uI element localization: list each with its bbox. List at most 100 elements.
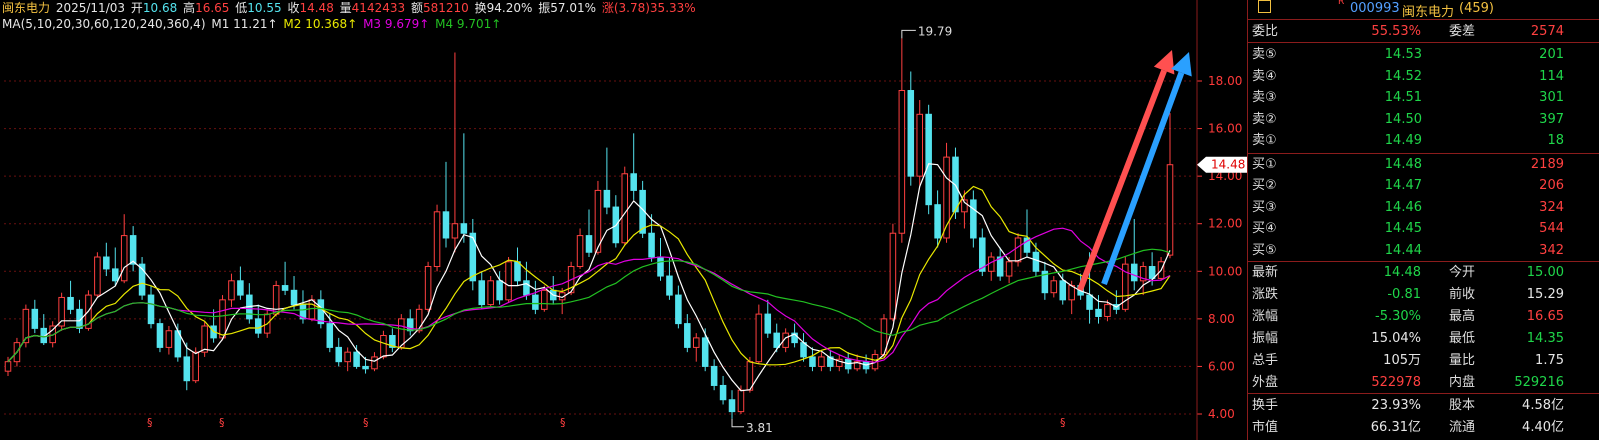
candle-body bbox=[1050, 280, 1058, 294]
stat-row[interactable]: 外盘 522978 内盘 529216 bbox=[1248, 372, 1599, 393]
candle-body bbox=[496, 280, 503, 301]
candle-body bbox=[692, 337, 700, 348]
y-tick-label: 8.00 bbox=[1208, 312, 1235, 326]
stat-value: 4.40亿 bbox=[1522, 420, 1564, 435]
candle-body bbox=[1095, 308, 1102, 317]
stat-label: 市值 bbox=[1252, 420, 1279, 435]
stat-row[interactable]: 涨跌 -0.81 前收 15.29 bbox=[1248, 284, 1599, 305]
candles bbox=[4, 38, 1174, 419]
stat-row[interactable]: 市值 66.31亿 流通 4.40亿 bbox=[1248, 417, 1599, 438]
ma-line-m4 bbox=[7, 248, 1171, 363]
ma3-arrow: ↑ bbox=[419, 17, 430, 31]
close-value: 14.48 bbox=[299, 1, 334, 15]
level-price: 14.49 bbox=[1384, 133, 1422, 149]
stat-row[interactable]: 涨幅 -5.30% 最高 16.65 bbox=[1248, 306, 1599, 327]
quote-panel: R 000993 闽东电力 (459) 委比 55.53% 委差 2574 卖⑤… bbox=[1247, 0, 1599, 440]
level-volume: 301 bbox=[1539, 90, 1564, 106]
ask-level-5[interactable]: 卖⑤ 14.53 201 bbox=[1248, 44, 1599, 65]
candle-body bbox=[701, 337, 709, 367]
candle-body bbox=[371, 356, 378, 370]
candle-body bbox=[156, 323, 164, 348]
stat-label: 今开 bbox=[1449, 265, 1476, 280]
amount-value: 581210 bbox=[422, 1, 469, 15]
ask-level-1[interactable]: 卖① 14.49 18 bbox=[1248, 130, 1599, 151]
stat-label: 最低 bbox=[1449, 331, 1476, 346]
bid-level-3[interactable]: 买③ 14.46 324 bbox=[1248, 197, 1599, 218]
stat-label: 前收 bbox=[1449, 287, 1476, 302]
candle-body bbox=[335, 346, 342, 363]
stat-label: 换手 bbox=[1252, 398, 1279, 413]
level-volume: 206 bbox=[1539, 178, 1564, 194]
event-marker: § bbox=[147, 416, 153, 429]
candle-body bbox=[532, 294, 539, 310]
current-price-label: 14.48 bbox=[1211, 158, 1245, 172]
volume-value: 4142433 bbox=[351, 1, 406, 15]
stat-row[interactable]: 换手 23.93% 股本 4.58亿 bbox=[1248, 395, 1599, 416]
open-label: 开 bbox=[130, 1, 143, 15]
kline-chart[interactable]: 4.006.008.0010.0012.0014.0016.0018.0019.… bbox=[0, 0, 1247, 440]
quote-stock-name: 闽东电力 bbox=[1402, 5, 1455, 20]
weicha-label: 委差 bbox=[1449, 24, 1476, 39]
stat-value: 522978 bbox=[1371, 375, 1421, 390]
stat-row[interactable]: 总手 105万 量比 1.75 bbox=[1248, 350, 1599, 371]
stat-value: 16.65 bbox=[1526, 309, 1564, 324]
candle-body bbox=[648, 232, 655, 258]
candle-body bbox=[183, 356, 191, 382]
kline-chart-area[interactable]: 4.00 6.00 8.00 10.00 12.00 14.00 16.00 18.00 19.… bbox=[0, 0, 1247, 440]
ask-level-2[interactable]: 卖② 14.50 397 bbox=[1248, 109, 1599, 130]
stat-row[interactable]: 最新 14.48 今开 15.00 bbox=[1248, 262, 1599, 283]
level-label: 卖⑤ bbox=[1252, 47, 1277, 62]
stat-label: 最新 bbox=[1252, 265, 1279, 280]
candle-body bbox=[129, 235, 137, 265]
level-label: 卖④ bbox=[1252, 68, 1277, 84]
square-icon[interactable] bbox=[1258, 0, 1271, 13]
candle-body bbox=[67, 296, 74, 310]
candle-body bbox=[201, 325, 208, 353]
bid-level-1[interactable]: 买① 14.48 2189 bbox=[1248, 154, 1599, 175]
ask-level-3[interactable]: 卖③ 14.51 301 bbox=[1248, 87, 1599, 108]
event-marker: § bbox=[1060, 416, 1066, 429]
candle-body bbox=[58, 296, 65, 327]
event-marker: § bbox=[560, 416, 566, 429]
ma4-legend: M4 9.701 bbox=[435, 17, 492, 31]
bid-level-2[interactable]: 买② 14.47 206 bbox=[1248, 175, 1599, 196]
ma2-legend: M2 10.368 bbox=[283, 17, 348, 31]
ma1-arrow: ↑ bbox=[267, 17, 278, 31]
high-annotation: 19.79 bbox=[918, 24, 952, 38]
stat-value: -0.81 bbox=[1387, 287, 1421, 302]
stat-row[interactable]: 振幅 15.04% 最低 14.35 bbox=[1248, 328, 1599, 349]
candle-body bbox=[818, 356, 825, 367]
level-label: 卖① bbox=[1252, 133, 1277, 149]
stat-label: 流通 bbox=[1449, 420, 1476, 435]
stat-label: 总手 bbox=[1252, 353, 1279, 368]
low-value: 10.55 bbox=[247, 1, 282, 15]
bid-level-5[interactable]: 买⑤ 14.44 342 bbox=[1248, 240, 1599, 261]
high-marker-line bbox=[901, 29, 916, 39]
candle-body bbox=[719, 384, 727, 401]
candle-body bbox=[192, 351, 199, 382]
candle-body bbox=[925, 113, 932, 206]
candle-body bbox=[889, 232, 897, 320]
level-label: 买④ bbox=[1252, 221, 1277, 237]
amplitude-label: 振 bbox=[538, 1, 551, 15]
level-label: 买③ bbox=[1252, 199, 1277, 215]
bid-level-4[interactable]: 买④ 14.45 544 bbox=[1248, 218, 1599, 239]
ma-params: MA(5,10,20,30,60,120,240,360,4) bbox=[2, 17, 206, 31]
level-price: 14.53 bbox=[1384, 47, 1422, 62]
ask-level-4[interactable]: 卖④ 14.52 114 bbox=[1248, 66, 1599, 87]
level-price: 14.45 bbox=[1384, 221, 1422, 237]
candle-body bbox=[31, 308, 39, 329]
candle-body bbox=[1059, 280, 1067, 301]
candle-body bbox=[737, 389, 745, 413]
level-volume: 342 bbox=[1539, 242, 1564, 258]
candle-body bbox=[103, 256, 110, 270]
level-price: 14.44 bbox=[1384, 242, 1422, 258]
candle-body bbox=[290, 289, 298, 306]
stat-value: 14.48 bbox=[1383, 265, 1421, 280]
candle-body bbox=[764, 313, 772, 334]
ma-line-m1 bbox=[7, 163, 1171, 392]
candle-body bbox=[907, 90, 915, 177]
stat-label: 最高 bbox=[1449, 309, 1476, 324]
candle-body bbox=[675, 294, 682, 325]
stat-value: 105万 bbox=[1383, 353, 1421, 368]
